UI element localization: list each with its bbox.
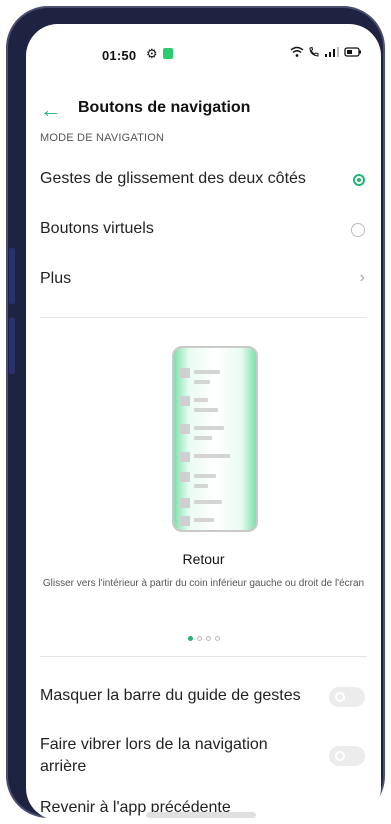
toggle-knob	[335, 751, 345, 761]
status-bar: 01:50 ⚙	[26, 24, 381, 84]
illustration-description: Glisser vers l'intérieur à partir du coi…	[42, 578, 365, 589]
illus-item-bar	[194, 454, 230, 458]
illus-item-bar	[194, 518, 214, 522]
illus-item-square	[180, 424, 190, 434]
chevron-right-icon[interactable]: ›	[360, 269, 365, 287]
status-time: 01:50	[102, 48, 137, 63]
option-label: Plus	[40, 270, 72, 287]
illus-item-square	[180, 472, 190, 482]
side-button-volume-up	[9, 248, 15, 304]
illus-item-bar	[194, 436, 212, 440]
battery-icon	[344, 46, 362, 61]
illus-item-square	[180, 368, 190, 378]
illus-item-square	[180, 396, 190, 406]
illus-item-bar	[194, 484, 208, 488]
phone-screen: 01:50 ⚙ ← Boutons de navigation MODE DE …	[26, 24, 381, 820]
page-dot[interactable]	[214, 636, 220, 641]
illus-item-square	[180, 452, 190, 462]
option-more[interactable]: Plus	[40, 270, 360, 288]
illus-item-square	[180, 498, 190, 508]
gesture-handle	[146, 812, 256, 818]
wifi-icon	[290, 46, 304, 61]
illus-item-square	[180, 516, 190, 526]
setting-label: Masquer la barre du guide de gestes	[40, 687, 301, 704]
radio-unselected-icon[interactable]	[351, 223, 365, 237]
page-indicator[interactable]	[26, 628, 381, 646]
illustration-title: Retour	[182, 551, 225, 567]
option-label: Boutons virtuels	[40, 220, 154, 237]
illus-item-bar	[194, 380, 210, 384]
hide-gesture-bar-toggle[interactable]	[329, 687, 365, 707]
radio-selected-icon[interactable]	[353, 174, 365, 186]
option-swipe-gestures[interactable]: Gestes de glissement des deux côtés	[40, 170, 360, 188]
divider	[40, 317, 367, 318]
setting-hide-gesture-bar[interactable]: Masquer la barre du guide de gestes	[40, 687, 310, 705]
option-virtual-buttons[interactable]: Boutons virtuels	[40, 220, 360, 238]
app-header: ← Boutons de navigation	[26, 94, 381, 130]
section-label: MODE DE NAVIGATION	[40, 132, 165, 144]
illus-item-bar	[194, 500, 222, 504]
option-label: Gestes de glissement des deux côtés	[40, 170, 306, 187]
page-title: Boutons de navigation	[78, 99, 251, 116]
phone-frame: 01:50 ⚙ ← Boutons de navigation MODE DE …	[6, 6, 385, 820]
illus-item-bar	[194, 370, 220, 374]
illus-item-bar	[194, 426, 224, 430]
toggle-knob	[335, 692, 345, 702]
back-arrow-icon[interactable]: ←	[40, 97, 62, 123]
setting-vibrate-back[interactable]: Faire vibrer lors de la navigation arriè…	[40, 734, 290, 778]
setting-label: Faire vibrer lors de la navigation arriè…	[40, 736, 268, 775]
divider	[40, 656, 367, 657]
page-dot[interactable]	[205, 636, 211, 641]
vibrate-back-toggle[interactable]	[329, 746, 365, 766]
call-icon	[308, 46, 320, 61]
illus-item-bar	[194, 474, 216, 478]
signal-icon	[324, 46, 340, 61]
page-dot[interactable]	[196, 636, 202, 641]
gesture-illustration	[172, 346, 258, 532]
settings-gear-icon: ⚙	[146, 46, 158, 61]
illus-item-bar	[194, 408, 218, 412]
app-notification-icon	[163, 48, 173, 59]
side-button-volume-down	[9, 318, 15, 374]
illus-item-bar	[194, 398, 208, 402]
page-dot-active[interactable]	[187, 636, 193, 641]
